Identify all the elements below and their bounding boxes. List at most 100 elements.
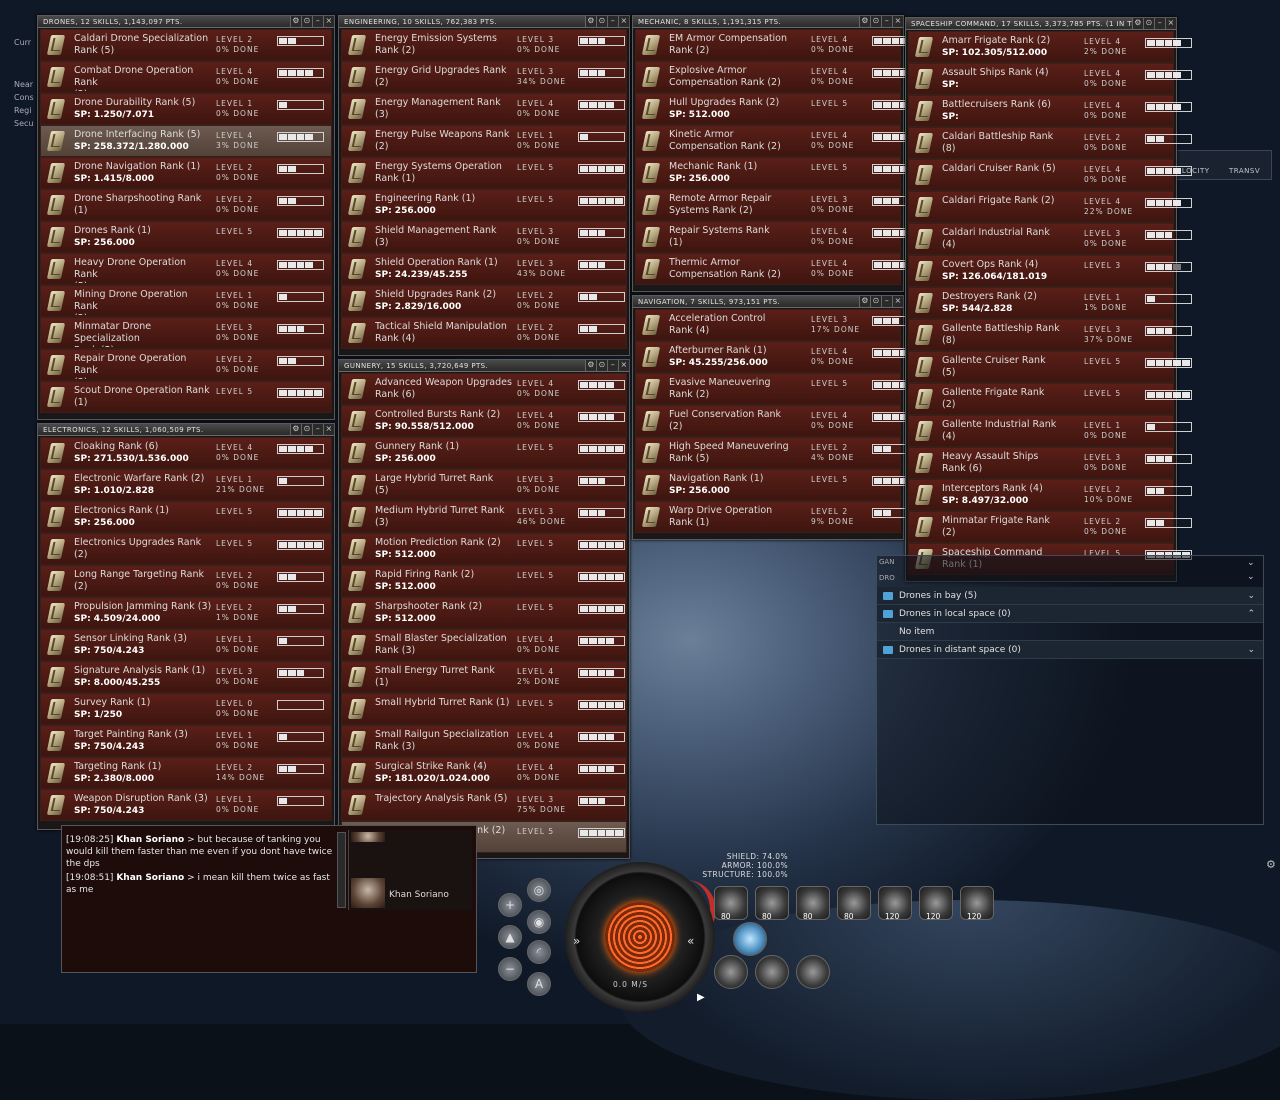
minimize-icon[interactable]: – — [1154, 18, 1165, 29]
skill-row[interactable]: Amarr Frigate Rank (2) SP: 102.305/512.0… — [908, 31, 1192, 63]
module-slot[interactable]: 120 — [960, 886, 994, 921]
chevron-down-icon[interactable]: ⌄ — [1247, 587, 1255, 605]
camera-icon[interactable]: ◎ — [527, 878, 551, 902]
chevron-up-icon[interactable]: ⌃ — [1247, 605, 1255, 623]
skill-group-window-spaceship-command[interactable]: SPACESHIP COMMAND, 17 SKILLS, 3,373,785 … — [905, 17, 1192, 582]
play-icon[interactable]: ▶ — [697, 992, 705, 1003]
skill-row[interactable]: Energy Management Rank (3) LEVEL 4 0% DON… — [341, 93, 627, 125]
module-slot[interactable]: 80 — [796, 886, 830, 921]
skill-row[interactable]: Gunnery Rank (1) SP: 256.000 LEVEL 5 — [341, 437, 627, 469]
skill-group-window-engineering[interactable]: ENGINEERING, 10 SKILLS, 762,383 PTS. ⚙ ⊙ – ×… — [338, 15, 630, 356]
skill-row[interactable]: Destroyers Rank (2) SP: 544/2.828 LEVEL 1… — [908, 287, 1192, 319]
skill-row[interactable]: Evasive Maneuvering Rank (2) LEVEL 5 — [635, 373, 919, 405]
member-name[interactable]: Khan Soriano — [389, 890, 449, 900]
skill-row[interactable]: Scout Drone Operation Rank (1) LEVEL 5 — [40, 381, 332, 413]
skill-row[interactable]: Caldari Industrial Rank (4) LEVEL 3 0% DO… — [908, 223, 1192, 255]
module-slot[interactable] — [714, 955, 748, 989]
close-icon[interactable]: × — [892, 16, 903, 27]
clock-icon[interactable]: ⊙ — [301, 424, 312, 435]
clock-icon[interactable]: ⊙ — [301, 16, 312, 27]
skill-row[interactable]: Shield Management Rank (3) LEVEL 3 0% DON… — [341, 221, 627, 253]
skill-row[interactable]: Engineering Rank (1) SP: 256.000 LEVEL 5 — [341, 189, 627, 221]
window-title[interactable]: DRONES, 12 SKILLS, 1,143,097 PTS. ⚙ ⊙ – × — [38, 16, 334, 28]
clock-icon[interactable]: ⊙ — [870, 16, 881, 27]
drones-in-local-space-row[interactable]: Drones in local space (0) ⌃ — [877, 605, 1263, 623]
module-slot[interactable]: 80 — [755, 886, 789, 921]
skill-row[interactable]: Drone Durability Rank (5) SP: 1.250/7.07… — [40, 93, 332, 125]
skill-row[interactable]: Heavy Drone Operation Rank (5) LEVEL 4 0%… — [40, 253, 332, 285]
skill-row[interactable]: Small Blaster Specialization Rank (3) LEV… — [341, 629, 627, 661]
skill-row[interactable]: Shield Upgrades Rank (2) SP: 2.829/16.00… — [341, 285, 627, 317]
skill-row[interactable]: Thermic Armor Compensation Rank (2) LEVEL… — [635, 253, 919, 285]
skill-row[interactable]: Caldari Frigate Rank (2) LEVEL 4 22% DONE — [908, 191, 1192, 223]
skill-row[interactable]: Sharpshooter Rank (2) SP: 512.000 LEVEL 5 — [341, 597, 627, 629]
window-title[interactable]: GUNNERY, 15 SKILLS, 3,720,649 PTS. ⚙ ⊙ – × — [339, 360, 629, 372]
minimize-icon[interactable]: – — [607, 16, 618, 27]
clock-icon[interactable]: ⊙ — [596, 360, 607, 371]
skill-row[interactable]: Propulsion Jamming Rank (3) SP: 4.509/24… — [40, 597, 332, 629]
skill-row[interactable]: Signature Analysis Rank (1) SP: 8.000/45… — [40, 661, 332, 693]
skill-row[interactable]: Targeting Rank (1) SP: 2.380/8.000 LEVEL … — [40, 757, 332, 789]
skill-row[interactable]: Heavy Assault Ships Rank (6) LEVEL 3 0% D… — [908, 447, 1192, 479]
window-title[interactable]: SPACESHIP COMMAND, 17 SKILLS, 3,373,785 … — [906, 18, 1176, 30]
skill-row[interactable]: Battlecruisers Rank (6) SP: LEVEL 4 0% DO… — [908, 95, 1192, 127]
skill-row[interactable]: Rapid Firing Rank (2) SP: 512.000 LEVEL 5 — [341, 565, 627, 597]
skill-row[interactable]: Minmatar Frigate Rank (2) LEVEL 2 0% DONE — [908, 511, 1192, 543]
skill-row[interactable]: Caldari Drone Specialization Rank (5) LEV… — [40, 29, 332, 61]
skill-row[interactable]: Gallente Battleship Rank (8) LEVEL 3 37% … — [908, 319, 1192, 351]
skill-row[interactable]: Energy Grid Upgrades Rank (2) LEVEL 3 34%… — [341, 61, 627, 93]
chat-window[interactable]: [19:08:25] Khan Soriano > but because of… — [61, 825, 477, 973]
skill-row[interactable]: Repair Drone Operation Rank (3) LEVEL 2 0… — [40, 349, 332, 381]
skill-row[interactable]: Electronics Rank (1) SP: 256.000 LEVEL 5 — [40, 501, 332, 533]
close-icon[interactable]: × — [323, 424, 334, 435]
module-slot[interactable]: 120 — [878, 886, 912, 921]
skill-row[interactable]: Mining Drone Operation Rank (2) LEVEL 1 0… — [40, 285, 332, 317]
module-slot[interactable]: 120 — [919, 886, 953, 921]
skill-row[interactable]: Long Range Targeting Rank (2) LEVEL 2 0% … — [40, 565, 332, 597]
next-icon[interactable]: « — [687, 934, 694, 948]
skill-row[interactable]: High Speed Maneuvering Rank (5) LEVEL 2 4… — [635, 437, 919, 469]
skill-row[interactable]: Drone Sharpshooting Rank (1) LEVEL 2 0% D… — [40, 189, 332, 221]
skill-row[interactable]: Advanced Weapon Upgrades Rank (6) LEVEL 4… — [341, 373, 627, 405]
skill-row[interactable]: Drone Interfacing Rank (5) SP: 258.372/1… — [40, 125, 332, 157]
target-icon[interactable]: ◉ — [527, 910, 551, 934]
skill-row[interactable]: Acceleration Control Rank (4) LEVEL 3 17%… — [635, 309, 919, 341]
drones-window[interactable]: GAN DRO ⌄ ⌄ Drones in bay (5) ⌄ Drones in… — [876, 555, 1264, 825]
settings-icon[interactable]: ⚙ — [585, 360, 596, 371]
skill-group-window-electronics[interactable]: ELECTRONICS, 12 SKILLS, 1,060,509 PTS. ⚙ ⊙… — [37, 423, 335, 830]
skill-row[interactable]: Gallente Frigate Rank (2) LEVEL 5 — [908, 383, 1192, 415]
skill-row[interactable]: Drones Rank (1) SP: 256.000 LEVEL 5 — [40, 221, 332, 253]
skill-row[interactable]: Energy Systems Operation Rank (1) LEVEL 5 — [341, 157, 627, 189]
skill-row[interactable]: Remote Armor Repair Systems Rank (2) LEVE… — [635, 189, 919, 221]
close-icon[interactable]: × — [618, 360, 629, 371]
skill-row[interactable]: Electronic Warfare Rank (2) SP: 1.010/2.… — [40, 469, 332, 501]
previous-icon[interactable]: » — [573, 934, 580, 948]
skill-row[interactable]: Assault Ships Rank (4) SP: LEVEL 4 0% DON… — [908, 63, 1192, 95]
chevron-down-icon[interactable]: ⌄ — [1247, 572, 1255, 582]
chat-scrollbar[interactable] — [337, 832, 346, 908]
window-tab[interactable]: GAN — [879, 558, 894, 566]
skill-row[interactable]: Shield Operation Rank (1) SP: 24.239/45.… — [341, 253, 627, 285]
skill-row[interactable]: Mechanic Rank (1) SP: 256.000 LEVEL 5 — [635, 157, 919, 189]
skill-row[interactable]: Repair Systems Rank (1) LEVEL 4 0% DONE — [635, 221, 919, 253]
settings-icon[interactable]: ⚙ — [859, 16, 870, 27]
skill-row[interactable]: Caldari Cruiser Rank (5) LEVEL 4 0% DONE — [908, 159, 1192, 191]
skill-group-window-navigation[interactable]: NAVIGATION, 7 SKILLS, 973,151 PTS. ⚙ ⊙ – × Ac… — [632, 295, 919, 540]
window-title[interactable]: ELECTRONICS, 12 SKILLS, 1,060,509 PTS. ⚙ ⊙… — [38, 424, 334, 436]
window-title[interactable]: MECHANIC, 8 SKILLS, 1,191,315 PTS. ⚙ ⊙ – × — [633, 16, 903, 28]
overview-column-header[interactable]: TRANSV — [1229, 167, 1260, 175]
ship-hud[interactable]: » « 0.0 M/S — [565, 862, 715, 1012]
skill-row[interactable]: Electronics Upgrades Rank (2) LEVEL 5 — [40, 533, 332, 565]
zoom-out-icon[interactable]: − — [498, 957, 522, 981]
skill-row[interactable]: Energy Pulse Weapons Rank (2) LEVEL 1 0% … — [341, 125, 627, 157]
clock-icon[interactable]: ⊙ — [1143, 18, 1154, 29]
minimize-icon[interactable]: – — [312, 16, 323, 27]
window-title[interactable]: ENGINEERING, 10 SKILLS, 762,383 PTS. ⚙ ⊙ – × — [339, 16, 629, 28]
window-tab[interactable]: DRO — [879, 574, 895, 582]
chevron-down-icon[interactable]: ⌄ — [1247, 558, 1255, 568]
skill-group-window-gunnery[interactable]: GUNNERY, 15 SKILLS, 3,720,649 PTS. ⚙ ⊙ – × Ad… — [338, 359, 630, 859]
skill-row[interactable]: Kinetic Armor Compensation Rank (2) LEVEL… — [635, 125, 919, 157]
skill-row[interactable]: Surgical Strike Rank (4) SP: 181.020/1.0… — [341, 757, 627, 789]
skill-row[interactable]: Drone Navigation Rank (1) SP: 1.415/8.00… — [40, 157, 332, 189]
skill-row[interactable]: Caldari Battleship Rank (8) LEVEL 2 0% DO… — [908, 127, 1192, 159]
